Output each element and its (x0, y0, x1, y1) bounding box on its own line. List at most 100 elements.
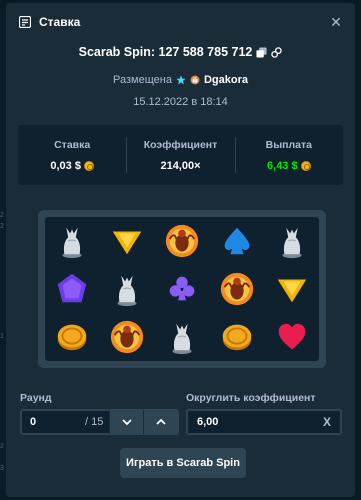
edge-mark (0, 254, 8, 265)
reel-cell (209, 217, 264, 265)
edge-mark: 1 (0, 333, 4, 340)
reel-cell (264, 217, 319, 265)
left-edge-marks: 2 2 1 2 3 (0, 210, 8, 474)
edge-mark (0, 408, 8, 419)
stat-multiplier-value-row: 214,00× (126, 160, 234, 172)
stat-payout-value-row: 6,43 $ (235, 160, 343, 172)
edge-mark (0, 452, 8, 463)
stat-bet-value: 0,03 $ (50, 160, 81, 172)
edge-mark (0, 243, 8, 254)
edge-mark (0, 419, 8, 430)
reel-cell (209, 313, 264, 361)
edge-mark: 3 (0, 465, 4, 472)
stat-bet-value-row: 0,03 $ (18, 160, 126, 172)
edge-mark (0, 386, 8, 397)
reel-cell (45, 217, 100, 265)
scarab-beetle-statue-icon (117, 275, 137, 307)
golden-scarab-icon (220, 272, 253, 306)
coin-icon (300, 161, 311, 171)
edge-mark (0, 353, 8, 364)
username-link[interactable]: Dgakora (204, 74, 248, 86)
reel-cell (264, 313, 319, 361)
scarab-beetle-statue-icon (282, 227, 302, 259)
stat-payout-value: 6,43 $ (267, 160, 298, 172)
bet-modal: Ставка ✕ Scarab Spin: 127 588 785 712 Ра… (6, 3, 355, 497)
edge-mark: 2 (0, 223, 4, 230)
stat-bet-label: Ставка (54, 139, 91, 151)
scarab-beetle-statue-icon (62, 227, 82, 259)
placed-by-row: Размещена Dgakora (6, 74, 355, 86)
copy-icon[interactable] (256, 46, 267, 58)
vip-star-icon (176, 75, 186, 85)
edge-mark (0, 298, 8, 309)
edge-mark: 2 (0, 212, 4, 219)
coin-icon (83, 161, 94, 171)
reel-cell (100, 217, 155, 265)
stat-multiplier-label: Коэффициент (143, 139, 218, 151)
round-decrement-button[interactable] (109, 410, 143, 434)
stat-multiplier: Коэффициент 214,00× (126, 125, 234, 185)
round-coef-field: 6,00 X (186, 409, 342, 435)
modal-header: Ставка ✕ (6, 3, 355, 41)
reel-cell (45, 313, 100, 361)
golden-scarab-icon (165, 224, 199, 258)
round-coef-suffix: X (322, 415, 331, 429)
close-icon[interactable]: ✕ (329, 15, 343, 29)
round-label: Раунд (20, 392, 52, 404)
slot-reels-grid (45, 217, 319, 361)
bet-stats-panel: Ставка 0,03 $ Коэффициент 214,00× Выплат… (18, 125, 343, 185)
gold-triangle-icon (112, 231, 142, 255)
scarab-beetle-statue-icon (172, 323, 192, 355)
edge-mark: 2 (0, 443, 4, 450)
round-total: / 15 (85, 416, 104, 428)
reel-cell (45, 265, 100, 313)
reel-cell (100, 313, 155, 361)
stat-multiplier-value: 214,00× (160, 160, 201, 172)
purple-club-icon (169, 276, 195, 301)
round-increment-button[interactable] (143, 410, 177, 434)
bet-id: Scarab Spin: 127 588 785 712 (78, 45, 253, 59)
gold-coin-icon (58, 324, 87, 351)
edge-mark (0, 265, 8, 276)
edge-mark (0, 430, 8, 441)
chevron-up-icon (155, 418, 166, 425)
stat-payout: Выплата 6,43 $ (234, 125, 343, 185)
reel-cell (100, 265, 155, 313)
gold-coin-icon (222, 324, 252, 351)
user-avatar-icon (190, 75, 200, 85)
link-icon[interactable] (271, 46, 283, 58)
reel-frame (38, 210, 326, 368)
edge-mark (0, 342, 8, 353)
golden-scarab-icon (111, 320, 144, 354)
stat-payout-label: Выплата (265, 139, 313, 151)
bet-id-row: Scarab Spin: 127 588 785 712 (6, 45, 355, 59)
round-coef-input[interactable]: 6,00 (188, 416, 314, 428)
round-coef-label: Округлить коэффициент (186, 392, 316, 404)
play-game-button[interactable]: Играть в Scarab Spin (120, 448, 246, 478)
edge-mark (0, 287, 8, 298)
placed-label: Размещена (113, 74, 172, 86)
reel-cell (155, 265, 210, 313)
modal-title: Ставка (39, 15, 81, 29)
edge-mark (0, 309, 8, 320)
reel-cell (209, 265, 264, 313)
ticket-icon (19, 16, 31, 28)
edge-mark (0, 397, 8, 408)
round-stepper: 0 / 15 (20, 409, 179, 435)
edge-mark (0, 232, 8, 243)
blue-spade-icon (224, 227, 250, 255)
edge-mark (0, 320, 8, 331)
gold-triangle-icon (277, 279, 306, 303)
reel-cell (155, 313, 210, 361)
stat-bet: Ставка 0,03 $ (18, 125, 126, 185)
chevron-down-icon (121, 419, 132, 426)
red-heart-icon (278, 323, 305, 350)
round-input[interactable]: 0 (22, 416, 85, 428)
reel-cell (155, 217, 210, 265)
edge-mark (0, 276, 8, 287)
reel-cell (264, 265, 319, 313)
purple-gem-icon (58, 273, 87, 303)
edge-mark (0, 375, 8, 386)
bet-date: 15.12.2022 в 18:14 (133, 96, 228, 108)
edge-mark (0, 364, 8, 375)
